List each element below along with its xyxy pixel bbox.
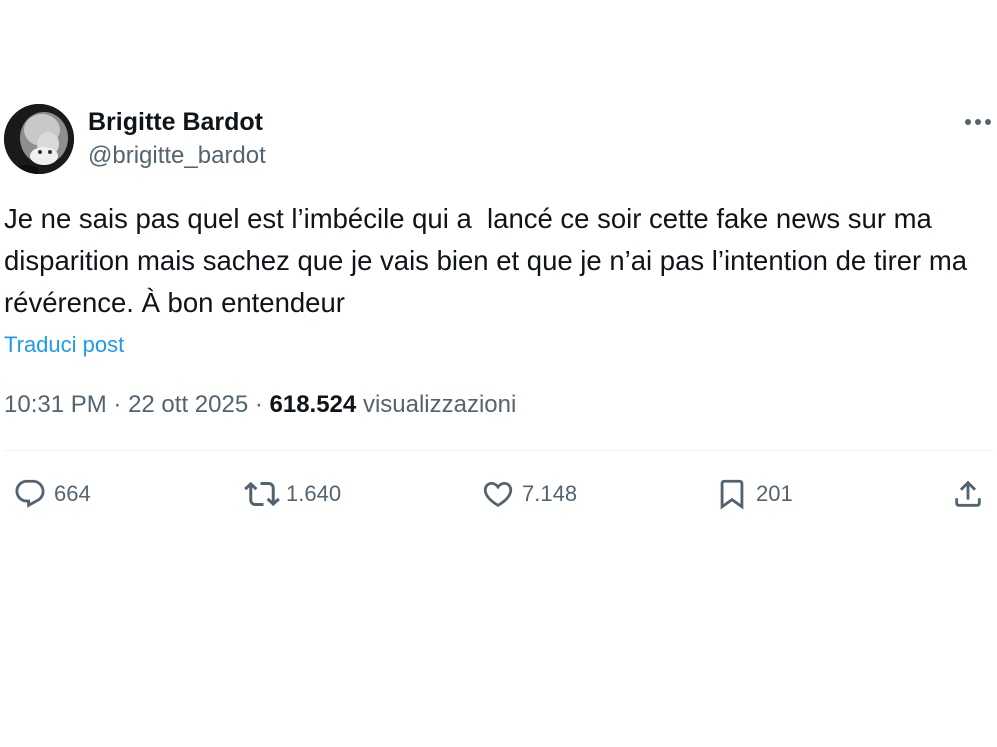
post-date[interactable]: 22 ott 2025 (128, 391, 248, 418)
more-options-button[interactable] (962, 110, 994, 134)
like-count: 7.148 (522, 481, 578, 506)
translate-post-link[interactable]: Traduci post (4, 330, 124, 360)
repost-count: 1.640 (286, 481, 342, 506)
like-button[interactable]: 7.148 (480, 474, 577, 514)
reply-bubble-icon (12, 476, 48, 512)
post-time[interactable]: 10:31 PM (4, 391, 107, 418)
author-handle[interactable]: @brigitte_bardot (88, 140, 266, 172)
share-upload-icon (950, 476, 986, 512)
repost-arrows-icon (244, 476, 280, 512)
post-text: Je ne sais pas quel est l’imbécile qui a… (4, 203, 975, 318)
avatar-image (4, 104, 74, 174)
divider (4, 450, 993, 451)
repost-button[interactable]: 1.640 (244, 474, 341, 514)
bookmark-icon (714, 476, 750, 512)
share-button[interactable] (950, 474, 986, 514)
avatar[interactable] (4, 104, 74, 174)
more-horizontal-icon (965, 119, 991, 125)
reply-button[interactable]: 664 (12, 474, 91, 514)
views-label: visualizzazioni (362, 391, 517, 418)
bookmark-count: 201 (756, 481, 793, 506)
bookmark-button[interactable]: 201 (714, 474, 793, 514)
views-count: 618.524 (269, 391, 357, 418)
meta-separator: · (106, 391, 129, 418)
author-name[interactable]: Brigitte Bardot (88, 106, 263, 138)
tweet-card: Brigitte Bardot @brigitte_bardot Je ne s… (0, 0, 997, 747)
heart-icon (480, 476, 516, 512)
post-metadata: 10:31 PM · 22 ott 2025 · 618.524 visuali… (4, 388, 516, 422)
reply-count: 664 (54, 481, 91, 506)
meta-separator: · (248, 391, 270, 418)
